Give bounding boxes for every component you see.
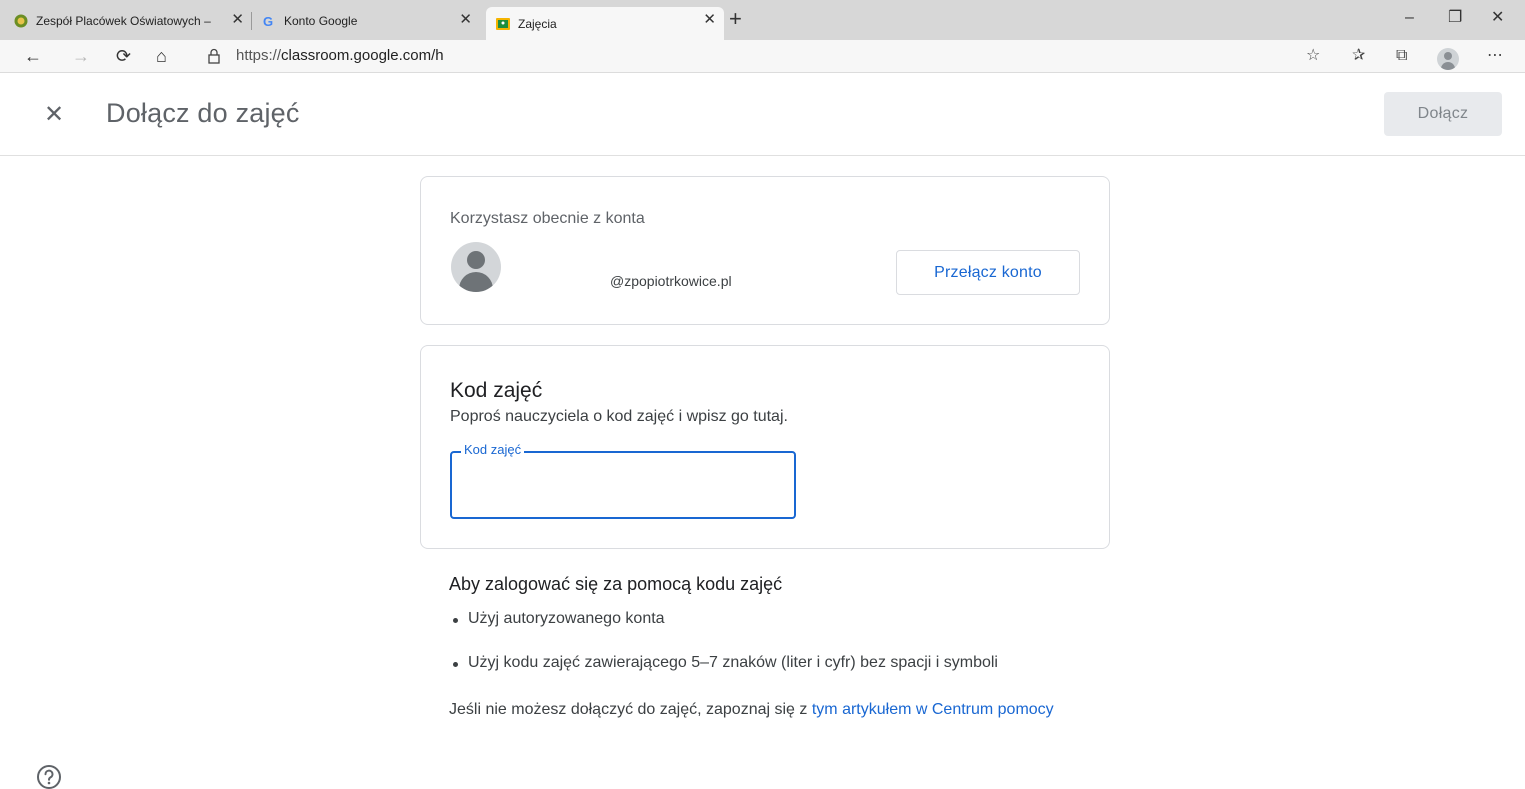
browser-tab-school[interactable]: Zespół Placówek Oświatowych – ✕ [14, 7, 252, 34]
tab-close-icon[interactable]: ✕ [703, 11, 716, 29]
list-item-text: Użyj autoryzowanego konta [468, 610, 665, 627]
class-code-field-label: Kod zajęć [461, 442, 525, 457]
class-code-description: Poproś nauczyciela o kod zajęć i wpisz g… [450, 408, 788, 425]
switch-account-button[interactable]: Przełącz konto [896, 250, 1080, 295]
favorite-star-icon[interactable]: ☆ [1306, 47, 1320, 65]
browser-tab-strip: Zespół Placówek Oświatowych – ✕ G Konto … [0, 0, 1525, 40]
join-button[interactable]: Dołącz [1384, 92, 1502, 136]
back-arrow-icon[interactable]: ← [24, 46, 42, 66]
maximize-button[interactable]: ❐ [1448, 8, 1462, 28]
account-card: Korzystasz obecnie z konta @zpopiotrkowi… [420, 176, 1110, 325]
new-tab-button[interactable]: + [729, 6, 742, 32]
svg-text:G: G [263, 14, 273, 28]
list-item-text: Użyj kodu zajęć zawierającego 5–7 znaków… [468, 654, 998, 671]
tab-separator [251, 12, 252, 30]
refresh-icon[interactable]: ⟳ [116, 46, 131, 66]
close-icon[interactable]: ✕ [44, 102, 64, 128]
help-footer-text: Jeśli nie możesz dołączyć do zajęć, zapo… [449, 701, 812, 718]
help-icon[interactable] [36, 764, 62, 789]
help-center-link[interactable]: tym artykułem w Centrum pomocy [812, 701, 1054, 718]
forward-arrow-icon[interactable]: → [72, 46, 90, 66]
url-host-path: classroom.google.com/h [281, 47, 444, 64]
more-menu-icon[interactable]: ⋯ [1487, 47, 1503, 65]
avatar [451, 242, 501, 292]
browser-profile-avatar[interactable] [1437, 48, 1459, 70]
page-header: ✕ Dołącz do zajęć Dołącz [0, 74, 1525, 156]
browser-tab-google-account[interactable]: G Konto Google ✕ [262, 7, 480, 34]
favorites-list-icon[interactable]: ✰ [1352, 47, 1365, 65]
tab-title: Zespół Placówek Oświatowych – [36, 13, 211, 28]
info-list: Użyj autoryzowanego konta Użyj kodu zaję… [449, 608, 998, 696]
class-code-field[interactable] [450, 451, 796, 519]
classroom-favicon-icon [496, 17, 510, 31]
minimize-button[interactable]: – [1405, 8, 1414, 28]
tab-close-icon[interactable]: ✕ [459, 11, 472, 29]
bullet-icon [453, 662, 458, 667]
class-code-card: Kod zajęć Poproś nauczyciela o kod zajęć… [420, 345, 1110, 549]
account-email: @zpopiotrkowice.pl [610, 273, 732, 289]
list-item: Użyj autoryzowanego konta [449, 608, 998, 652]
lock-icon[interactable] [207, 48, 221, 68]
home-icon[interactable]: ⌂ [156, 46, 167, 66]
url-scheme: https:// [236, 47, 282, 64]
address-bar[interactable]: https://classroom.google.com/h [236, 47, 444, 64]
tab-close-icon[interactable]: ✕ [231, 11, 244, 29]
browser-tab-classroom[interactable]: Zajęcia ✕ [486, 7, 724, 40]
info-heading: Aby zalogować się za pomocą kodu zajęć [449, 574, 783, 594]
tab-title: Konto Google [284, 13, 358, 28]
page-title: Dołącz do zajęć [106, 98, 300, 128]
window-close-button[interactable]: ✕ [1491, 8, 1504, 28]
class-code-input[interactable] [452, 453, 794, 517]
school-favicon-icon [14, 14, 28, 28]
account-label: Korzystasz obecnie z konta [450, 210, 645, 227]
help-footer: Jeśli nie możesz dołączyć do zajęć, zapo… [449, 697, 1069, 722]
bullet-icon [453, 618, 458, 623]
list-item: Użyj kodu zajęć zawierającego 5–7 znaków… [449, 652, 998, 696]
tab-title: Zajęcia [518, 16, 557, 31]
class-code-title: Kod zajęć [450, 379, 543, 402]
google-g-icon: G [262, 14, 276, 28]
browser-toolbar: ← → ⟳ ⌂ https://classroom.google.com/h ☆… [0, 40, 1525, 73]
collections-icon[interactable]: ⧉ [1396, 47, 1407, 65]
